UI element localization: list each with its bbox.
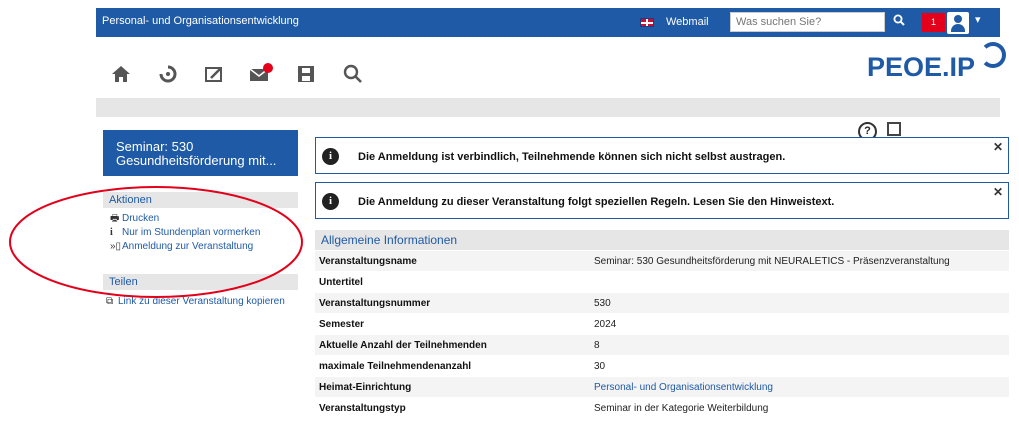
row-value: 2024 (594, 313, 1009, 335)
general-info-table: Veranstaltungsname Seminar: 530 Gesundhei… (315, 251, 1009, 419)
red-annotation-ellipse (9, 186, 303, 298)
save-icon[interactable] (293, 63, 319, 89)
top-navigation-bar: Personal- und Organisationsentwicklung W… (96, 8, 1000, 37)
table-row: Untertitel (315, 271, 1009, 293)
english-flag-icon[interactable] (640, 18, 654, 27)
row-key: maximale Teilnehmendenanzahl (315, 355, 594, 377)
info-icon: i (322, 148, 339, 165)
table-row: Semester 2024 (315, 313, 1009, 335)
seminar-title-box: Seminar: 530 Gesundheitsförderung mit... (103, 130, 298, 176)
logo-arc-icon (980, 42, 1006, 68)
fullscreen-icon[interactable] (887, 122, 901, 136)
seminar-title-line1: Seminar: 530 (116, 139, 194, 154)
logo-dot: . (942, 52, 950, 82)
row-key: Heimat-Einrichtung (315, 376, 594, 398)
alert-text: Die Anmeldung ist verbindlich, Teilnehme… (358, 151, 786, 163)
table-row: Aktuelle Anzahl der Teilnehmenden 8 (315, 334, 1009, 356)
table-row: Veranstaltungstyp Seminar in der Kategori… (315, 397, 1009, 419)
row-value (594, 271, 1009, 293)
heimat-einrichtung-link[interactable]: Personal- und Organisationsentwicklung (594, 376, 1009, 398)
row-key: Aktuelle Anzahl der Teilnehmenden (315, 334, 594, 356)
alert-text: Die Anmeldung zu dieser Veranstaltung fo… (358, 196, 835, 208)
row-key: Veranstaltungsname (315, 251, 594, 272)
seminar-title-line2: Gesundheitsförderung mit... (116, 153, 277, 168)
notification-badge[interactable]: 1 (922, 13, 945, 32)
magnifier-icon[interactable] (340, 63, 366, 89)
table-row: maximale Teilnehmendenanzahl 30 (315, 355, 1009, 377)
table-row: Veranstaltungsname Seminar: 530 Gesundhei… (315, 251, 1009, 272)
peoe-ip-logo[interactable]: PEOE.IP (867, 42, 1006, 83)
refresh-icon[interactable] (155, 63, 181, 89)
search-icon (893, 14, 905, 26)
search-input[interactable] (730, 12, 885, 32)
row-value: 30 (594, 355, 1009, 377)
row-value: Seminar in der Kategorie Weiterbildung (594, 397, 1009, 419)
webmail-link[interactable]: Webmail (666, 16, 709, 28)
logo-ip: IP (949, 52, 976, 82)
row-value: Seminar: 530 Gesundheitsförderung mit NE… (594, 251, 1009, 272)
toolbar: PEOE.IP (96, 40, 1006, 98)
edit-icon[interactable] (201, 63, 227, 89)
table-row: Veranstaltungsnummer 530 (315, 292, 1009, 314)
mail-icon[interactable] (248, 63, 274, 89)
user-avatar-icon[interactable] (947, 12, 969, 34)
search-button[interactable] (888, 12, 910, 32)
alert-special-rules: i Die Anmeldung zu dieser Veranstaltung … (315, 182, 1009, 219)
row-value: 530 (594, 292, 1009, 314)
row-value: 8 (594, 334, 1009, 356)
general-info-header: Allgemeine Informationen (315, 230, 1009, 250)
close-icon[interactable]: ✕ (993, 140, 1003, 154)
app-title[interactable]: Personal- und Organisationsentwicklung (102, 15, 299, 27)
utility-bar (96, 98, 1000, 117)
row-key: Veranstaltungstyp (315, 397, 594, 419)
row-key: Semester (315, 313, 594, 335)
logo-text: PEOE (867, 52, 943, 82)
row-key: Veranstaltungsnummer (315, 292, 594, 314)
alert-binding-registration: i Die Anmeldung ist verbindlich, Teilneh… (315, 137, 1009, 174)
table-row: Heimat-Einrichtung Personal- und Organisa… (315, 376, 1009, 398)
general-info-title: Allgemeine Informationen (321, 233, 458, 247)
home-icon[interactable] (108, 63, 134, 89)
row-key: Untertitel (315, 271, 594, 293)
info-icon: i (322, 193, 339, 210)
close-icon[interactable]: ✕ (993, 185, 1003, 199)
chevron-down-icon[interactable]: ▾ (975, 13, 981, 26)
